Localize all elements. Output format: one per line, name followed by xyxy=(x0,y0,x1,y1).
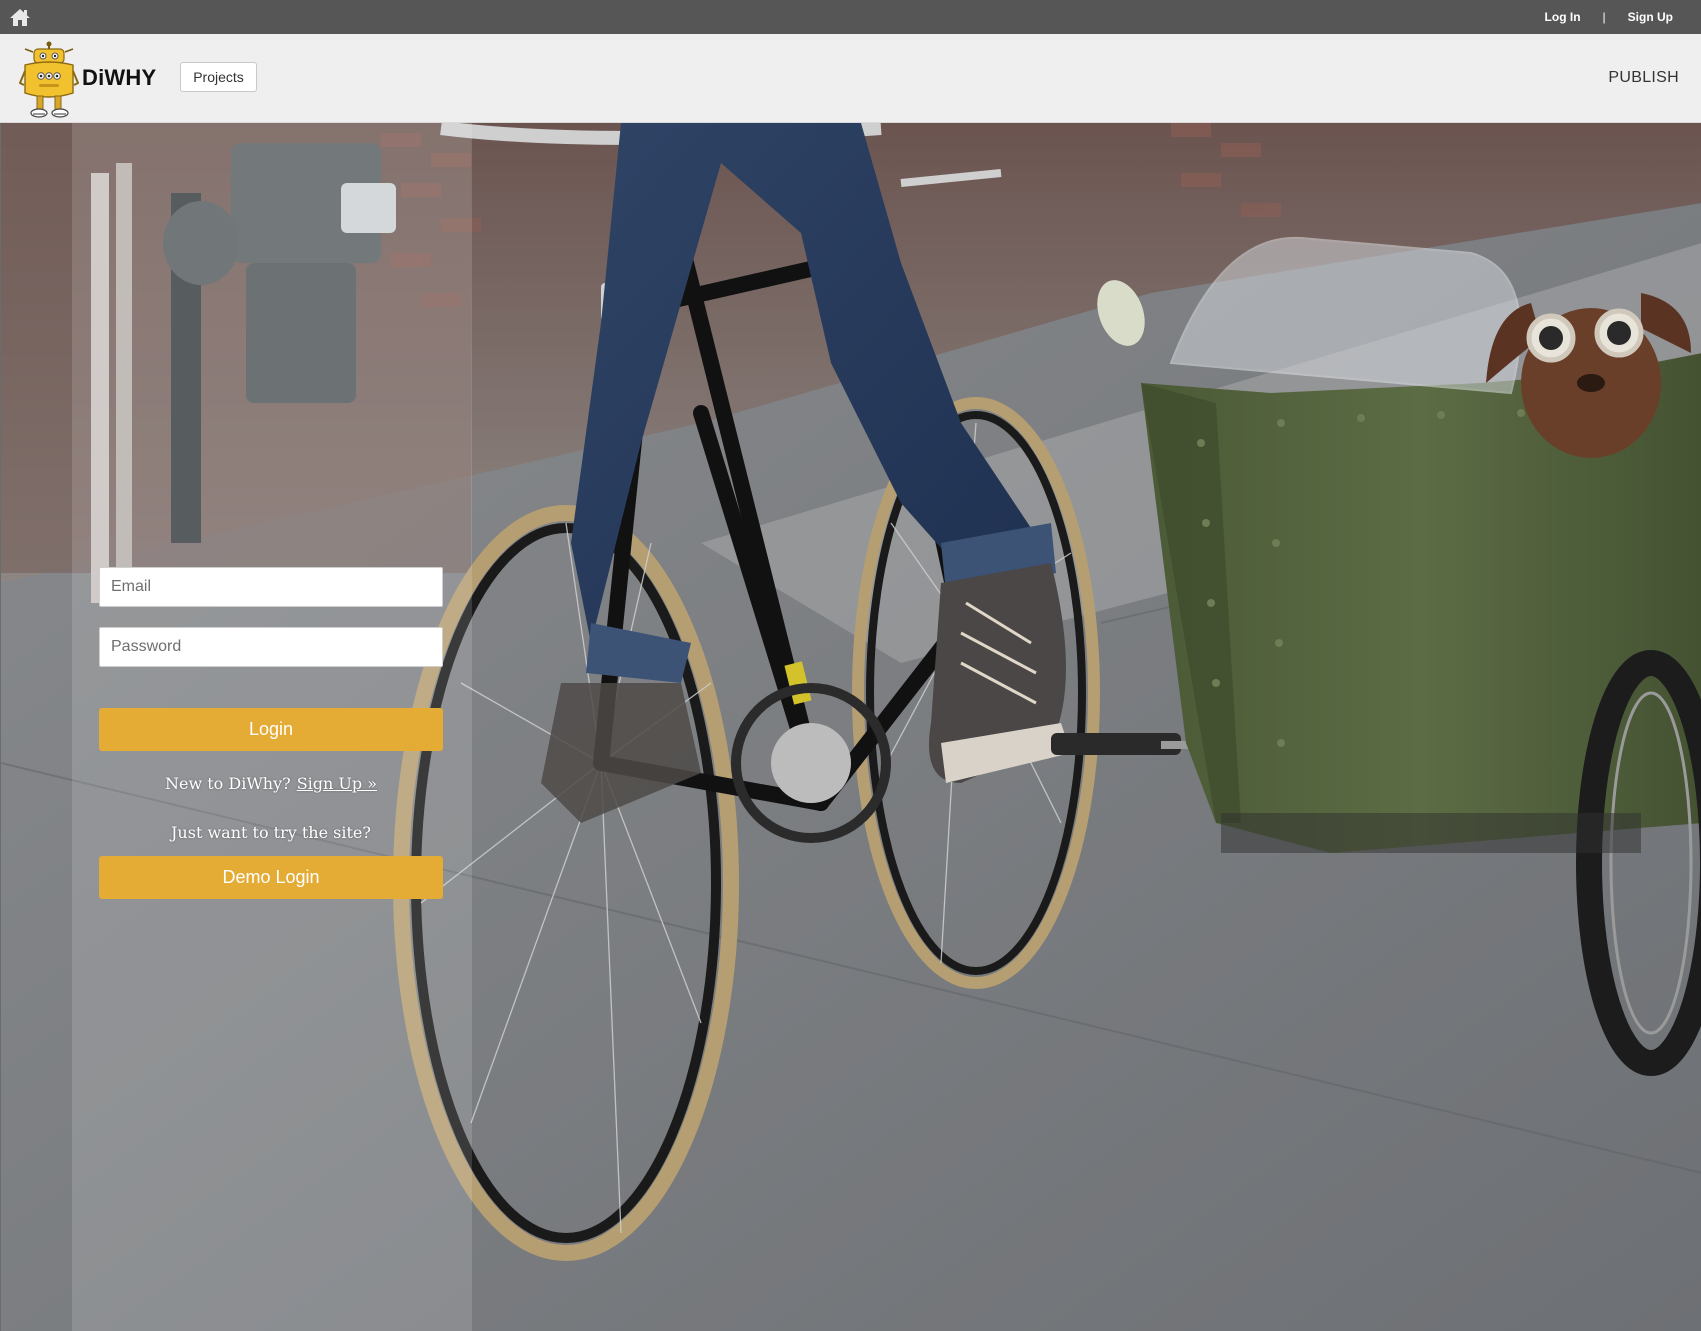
login-button[interactable]: Login xyxy=(99,708,443,751)
signup-link[interactable]: Sign Up xyxy=(1628,10,1673,24)
password-field[interactable] xyxy=(99,627,443,667)
projects-button[interactable]: Projects xyxy=(180,62,257,92)
publish-link[interactable]: PUBLISH xyxy=(1608,69,1679,87)
brand-name[interactable]: DiWHY xyxy=(82,65,156,91)
robot-mascot-icon[interactable] xyxy=(19,41,79,119)
login-link[interactable]: Log In xyxy=(1545,10,1581,24)
new-user-text: New to DiWhy? xyxy=(164,774,291,793)
try-site-text: Just want to try the site? xyxy=(171,823,371,842)
top-utility-bar: Log In | Sign Up xyxy=(0,0,1701,34)
demo-login-button[interactable]: Demo Login xyxy=(99,856,443,899)
email-field[interactable] xyxy=(99,567,443,607)
home-icon[interactable] xyxy=(9,7,31,27)
site-header: DiWHY Projects PUBLISH xyxy=(0,34,1701,123)
signup-prompt: New to DiWhy? Sign Up » xyxy=(99,774,443,793)
login-form: Login New to DiWhy? Sign Up » Just want t… xyxy=(99,567,443,899)
auth-links: Log In | Sign Up xyxy=(1545,0,1673,34)
signup-link-form[interactable]: Sign Up » xyxy=(297,774,377,793)
link-separator: | xyxy=(1602,10,1606,24)
